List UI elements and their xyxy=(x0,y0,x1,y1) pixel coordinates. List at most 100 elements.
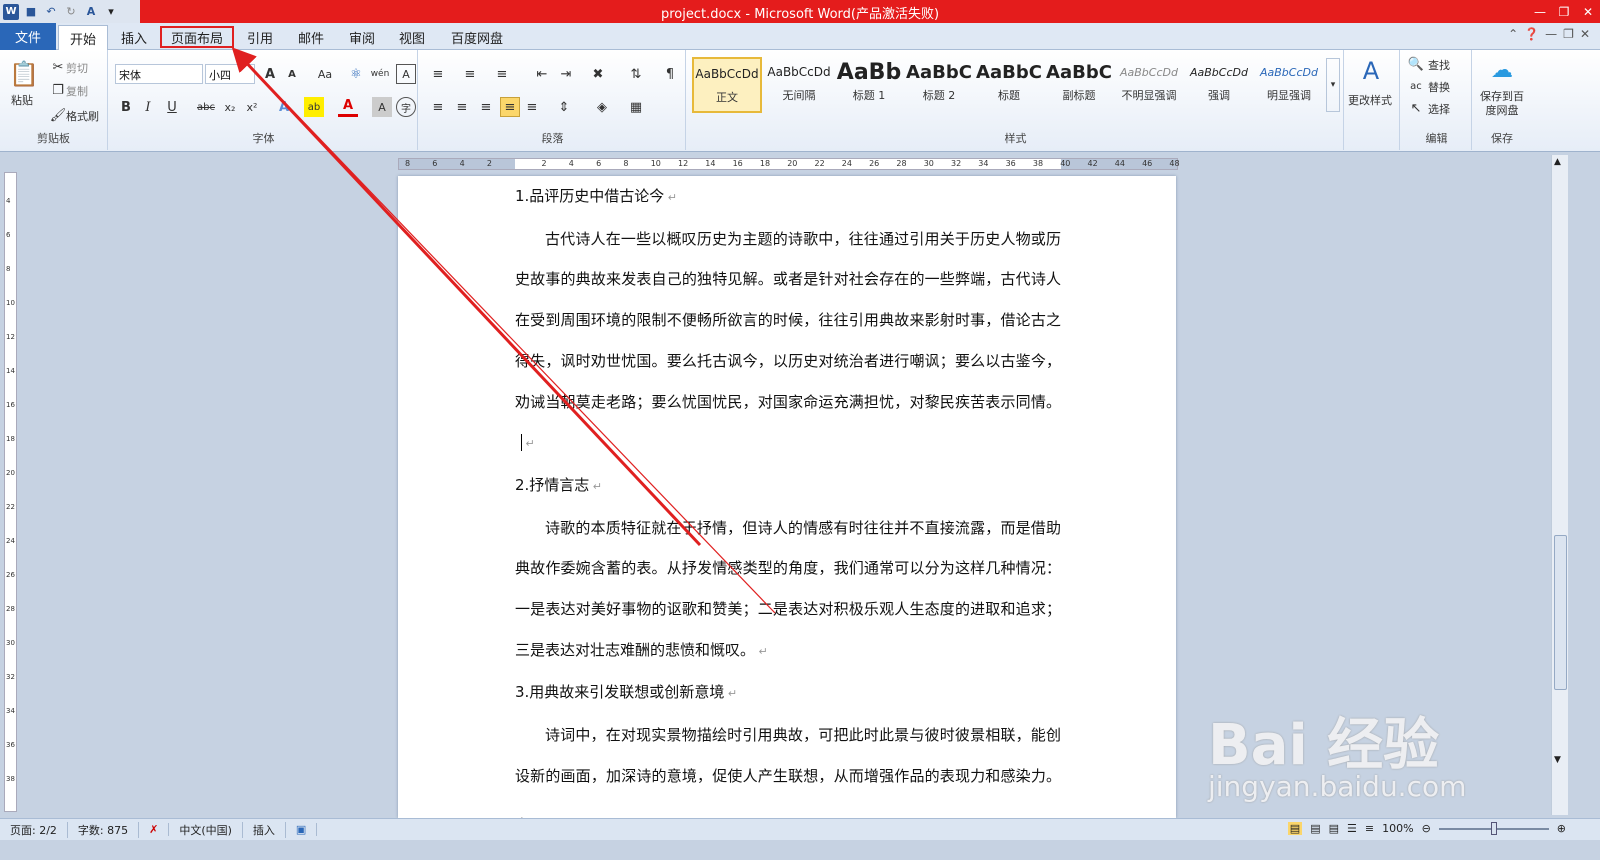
italic-icon[interactable]: I xyxy=(138,97,158,117)
sort-icon[interactable]: ⇅ xyxy=(626,64,646,84)
show-marks-icon[interactable]: ¶ xyxy=(660,64,680,84)
clear-format-icon[interactable]: ⚛ xyxy=(346,64,366,84)
strikethrough-icon[interactable]: abc xyxy=(196,97,216,117)
doc-close-icon[interactable]: ✕ xyxy=(1580,27,1590,41)
web-layout-icon[interactable]: ▤ xyxy=(1329,822,1339,835)
zoom-level[interactable]: 100% xyxy=(1382,822,1413,835)
zoom-slider[interactable] xyxy=(1438,821,1549,835)
vertical-scrollbar[interactable]: ▲ ▼ xyxy=(1551,155,1568,815)
document-page[interactable]: 1.品评历史中借古论今 ↵ 古代诗人在一些以概叹历史为主题的诗歌中，往往通过引用关… xyxy=(398,176,1176,827)
restore-icon[interactable]: ❐ xyxy=(1552,0,1576,23)
tab-home[interactable]: 开始 xyxy=(58,25,108,50)
highlight-color-icon[interactable]: ab xyxy=(304,97,324,117)
document-body[interactable]: 1.品评历史中借古论今 ↵ 古代诗人在一些以概叹历史为主题的诗歌中，往往通过引用关… xyxy=(515,176,1061,841)
select-button[interactable]: 选择 xyxy=(1428,101,1450,117)
subscript-icon[interactable]: x₂ xyxy=(220,97,240,117)
word-count[interactable]: 字数: 875 xyxy=(68,821,140,838)
superscript-icon[interactable]: x² xyxy=(242,97,262,117)
collapse-ribbon-icon[interactable]: ⌃ xyxy=(1508,27,1518,41)
character-shading-icon[interactable]: A xyxy=(372,97,392,117)
distributed-icon[interactable]: ≡ xyxy=(522,97,542,117)
tab-baidu-netdisk[interactable]: 百度网盘 xyxy=(442,25,512,50)
borders-icon[interactable]: ▦ xyxy=(626,97,646,117)
replace-button[interactable]: 替换 xyxy=(1428,79,1450,95)
cut-button[interactable]: 剪切 xyxy=(66,60,88,76)
style-emphasis[interactable]: AaBbCcDd 强调 xyxy=(1184,57,1254,113)
find-icon[interactable]: 🔍 xyxy=(1406,54,1426,74)
character-border-icon[interactable]: A xyxy=(396,64,416,84)
shrink-font-icon[interactable]: A xyxy=(282,64,302,84)
style-heading-1[interactable]: AaBb 标题 1 xyxy=(834,57,904,113)
font-size-select[interactable]: 小四 xyxy=(205,64,255,84)
multilevel-list-icon[interactable]: ≡ xyxy=(492,64,512,84)
print-layout-icon[interactable]: ▤ xyxy=(1287,822,1303,835)
outline-icon[interactable]: ☰ xyxy=(1347,822,1357,835)
enclose-characters-icon[interactable]: 字 xyxy=(396,97,416,117)
doc-restore-icon[interactable]: ❐ xyxy=(1563,27,1574,41)
tab-mailings[interactable]: 邮件 xyxy=(291,25,331,50)
copy-button[interactable]: 复制 xyxy=(66,83,88,99)
section-heading[interactable]: 3.用典故来引发联想或创新意境 ↵ xyxy=(515,672,1061,715)
paste-icon[interactable]: 📋 xyxy=(9,58,39,90)
proofing-icon[interactable]: ✗ xyxy=(139,823,170,836)
format-painter-button[interactable]: 格式刷 xyxy=(66,108,99,124)
vertical-ruler[interactable]: 4 6 8 10 12 14 16 18 20 22 24 26 28 30 32 34 36 38 xyxy=(4,172,17,812)
format-painter-icon[interactable]: 🖌 xyxy=(48,105,68,125)
scrollbar-thumb[interactable] xyxy=(1554,535,1567,690)
select-icon[interactable]: ↖ xyxy=(1406,98,1426,118)
macro-icon[interactable]: ▣ xyxy=(286,823,318,836)
change-styles-button[interactable]: 更改样式 xyxy=(1348,92,1392,108)
align-center-icon[interactable]: ≡ xyxy=(452,97,472,117)
cut-icon[interactable]: ✂ xyxy=(48,57,68,77)
bullets-icon[interactable]: ≡ xyxy=(428,64,448,84)
copy-icon[interactable]: ❐ xyxy=(48,80,68,100)
paste-button[interactable]: 粘贴 xyxy=(11,92,33,108)
full-screen-reading-icon[interactable]: ▤ xyxy=(1310,822,1320,835)
scroll-down-icon[interactable]: ▼ xyxy=(1554,755,1561,765)
scroll-up-icon[interactable]: ▲ xyxy=(1554,157,1561,167)
body-paragraph[interactable]: 诗歌的本质特征就在于抒情，但诗人的情感有时往往并不直接流露，而是借助典故作委婉含… xyxy=(515,508,1061,673)
style-title[interactable]: AaBbC 标题 xyxy=(974,57,1044,113)
style-subtitle[interactable]: AaBbC 副标题 xyxy=(1044,57,1114,113)
baidu-netdisk-icon[interactable]: ☁ xyxy=(1488,56,1516,84)
close-icon[interactable]: ✕ xyxy=(1576,0,1600,23)
horizontal-ruler[interactable]: 8 6 4 2 2 4 6 8 10 12 14 16 18 20 22 24 26 28 30 32 34 36 38 40… xyxy=(398,158,1180,170)
find-button[interactable]: 查找 xyxy=(1428,57,1450,73)
draft-icon[interactable]: ≡ xyxy=(1365,822,1374,835)
zoom-out-icon[interactable]: ⊖ xyxy=(1422,822,1431,835)
chinese-layout-icon[interactable]: ✖ xyxy=(588,64,608,84)
styles-more-icon[interactable]: ▾ xyxy=(1326,58,1340,112)
font-name-select[interactable]: 宋体 xyxy=(115,64,203,84)
bold-icon[interactable]: B xyxy=(116,97,136,117)
font-color-button-icon[interactable]: A xyxy=(338,97,358,117)
tab-file[interactable]: 文件 xyxy=(0,23,56,50)
tab-references[interactable]: 引用 xyxy=(240,25,280,50)
save-to-baidu-button[interactable]: 保存到百度网盘 xyxy=(1476,90,1528,118)
justify-icon[interactable]: ≡ xyxy=(500,97,520,117)
minimize-icon[interactable]: — xyxy=(1528,0,1552,23)
align-left-icon[interactable]: ≡ xyxy=(428,97,448,117)
section-heading[interactable]: 2.抒情言志 ↵ xyxy=(515,465,1061,508)
line-spacing-icon[interactable]: ⇕ xyxy=(554,97,574,117)
tab-insert[interactable]: 插入 xyxy=(116,25,152,50)
numbering-icon[interactable]: ≡ xyxy=(460,64,480,84)
doc-minimize-icon[interactable]: — xyxy=(1545,27,1557,41)
zoom-slider-knob[interactable] xyxy=(1490,821,1497,835)
grow-font-icon[interactable]: A xyxy=(260,64,280,84)
style-no-spacing[interactable]: AaBbCcDd 无间隔 xyxy=(764,57,834,113)
section-heading[interactable]: 1.品评历史中借古论今 ↵ xyxy=(515,176,1061,219)
replace-icon[interactable]: ac xyxy=(1406,76,1426,96)
body-paragraph[interactable]: 古代诗人在一些以概叹历史为主题的诗歌中，往往通过引用关于历史人物或历史故事的典故… xyxy=(515,219,1061,465)
shading-icon[interactable]: ◈ xyxy=(592,97,612,117)
style-heading-2[interactable]: AaBbC 标题 2 xyxy=(904,57,974,113)
text-effects-icon[interactable]: A xyxy=(274,97,294,117)
style-normal[interactable]: AaBbCcDd 正文 xyxy=(692,57,762,113)
zoom-in-icon[interactable]: ⊕ xyxy=(1557,822,1566,835)
change-styles-icon[interactable]: A xyxy=(1356,56,1386,86)
align-right-icon[interactable]: ≡ xyxy=(476,97,496,117)
style-subtle-emphasis[interactable]: AaBbCcDd 不明显强调 xyxy=(1114,57,1184,113)
language-indicator[interactable]: 中文(中国) xyxy=(169,821,243,838)
style-intense-emphasis[interactable]: AaBbCcDd 明显强调 xyxy=(1254,57,1324,113)
tab-review[interactable]: 审阅 xyxy=(342,25,382,50)
tab-view[interactable]: 视图 xyxy=(392,25,432,50)
